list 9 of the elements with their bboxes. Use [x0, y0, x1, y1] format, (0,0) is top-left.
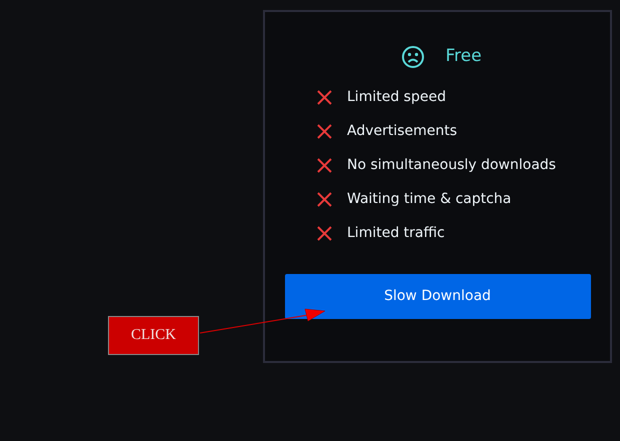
click-annotation: CLICK — [108, 316, 199, 355]
feature-label: Waiting time & captcha — [347, 190, 512, 209]
feature-label: Limited speed — [347, 88, 446, 107]
feature-label: Limited traffic — [347, 224, 445, 243]
sad-face-icon — [401, 44, 426, 69]
feature-label: Advertisements — [347, 122, 458, 141]
feature-label: No simultaneously downloads — [347, 156, 556, 175]
plan-title: Free — [445, 45, 482, 68]
slow-download-button[interactable]: Slow Download — [284, 274, 590, 318]
